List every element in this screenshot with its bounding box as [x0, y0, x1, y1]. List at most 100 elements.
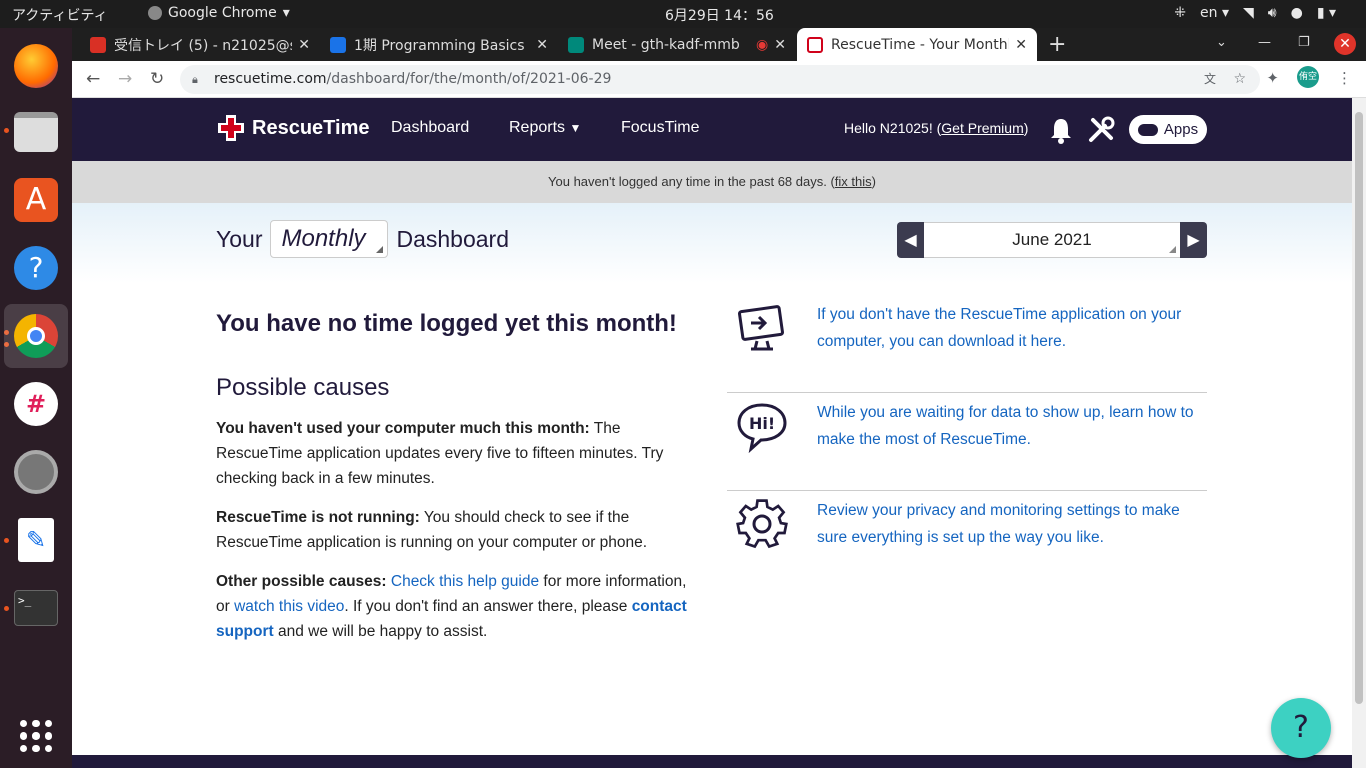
scrollbar-thumb[interactable] — [1355, 112, 1363, 704]
gear-icon — [736, 499, 788, 549]
address-bar[interactable]: 🔒︎ rescuetime.com/dashboard/for/the/mont… — [180, 65, 1260, 94]
page-scrollbar[interactable] — [1352, 98, 1366, 768]
bell-icon[interactable] — [1048, 116, 1074, 144]
month-picker[interactable]: June 2021 — [924, 222, 1180, 258]
tab-rescuetime[interactable]: RescueTime - Your Monthl ✕ — [797, 28, 1037, 61]
site-header: RescueTime Dashboard Reports ▼ FocusTime… — [72, 98, 1352, 161]
chrome-small-icon — [148, 6, 162, 20]
volume-icon[interactable]: 🔊︎ — [1268, 5, 1277, 21]
keyboard-layout[interactable]: en ▾ — [1200, 5, 1229, 21]
nav-dashboard[interactable]: Dashboard — [391, 119, 469, 137]
chrome-icon — [14, 314, 58, 358]
software-bag-icon: A — [14, 178, 58, 222]
tab-label: Meet - gth-kadf-mmb — [592, 36, 740, 53]
translate-icon[interactable]: 文 — [1204, 65, 1216, 94]
gmail-icon — [90, 36, 106, 53]
firefox-launcher[interactable] — [4, 34, 68, 98]
url-path: /dashboard/for/the/month/of/2021-06-29 — [326, 71, 612, 87]
help-guide-link[interactable]: Check this help guide — [391, 573, 539, 590]
period-select[interactable]: Monthly — [270, 220, 389, 258]
profile-avatar[interactable]: 侑空 — [1297, 66, 1319, 88]
classroom-icon — [330, 36, 346, 53]
chrome-launcher[interactable] — [4, 304, 68, 368]
files-launcher[interactable] — [4, 100, 68, 164]
learn-more-link[interactable]: While you are waiting for data to show u… — [817, 399, 1207, 453]
ubuntu-software-launcher[interactable]: A — [4, 168, 68, 232]
maximize-button[interactable]: ❐ — [1298, 35, 1310, 50]
settings-launcher[interactable] — [4, 440, 68, 504]
tools-icon[interactable] — [1087, 116, 1115, 144]
system-tray[interactable]: ⁜ en ▾ ◥ 🔊︎ ● ▮ ▾ — [1174, 5, 1336, 21]
show-applications-button[interactable] — [4, 704, 68, 768]
cause-paragraph: You haven't used your computer much this… — [216, 420, 664, 487]
get-premium-link[interactable]: Get Premium — [941, 120, 1023, 136]
inactivity-warning: You haven't logged any time in the past … — [72, 161, 1352, 203]
network-icon[interactable]: ⁜ — [1174, 5, 1186, 21]
caret-down-icon: ▾ — [282, 5, 290, 21]
list-item: Review your privacy and monitoring setti… — [727, 491, 1207, 589]
window-close-button[interactable]: ✕ — [1334, 33, 1356, 55]
download-computer-icon — [738, 305, 784, 351]
minimize-button[interactable]: — — [1258, 35, 1271, 50]
download-app-link[interactable]: If you don't have the RescueTime applica… — [817, 301, 1207, 355]
firefox-icon — [14, 44, 58, 88]
logo-text: RescueTime — [252, 116, 370, 139]
help-launcher[interactable]: ? — [4, 236, 68, 300]
app-menu[interactable]: Google Chrome ▾ — [148, 5, 290, 21]
tab-programming-basics[interactable]: 1期 Programming Basics ✕ — [320, 28, 558, 61]
nav-reports[interactable]: Reports ▼ — [509, 119, 581, 137]
app-grid-icon — [20, 720, 52, 752]
watch-video-link[interactable]: watch this video — [234, 598, 344, 615]
wifi-icon[interactable]: ◥ — [1243, 5, 1254, 21]
lock-icon[interactable]: 🔒︎ — [192, 65, 198, 94]
privacy-settings-link[interactable]: Review your privacy and monitoring setti… — [817, 497, 1207, 551]
text-editor-launcher[interactable]: ✎ — [4, 508, 68, 572]
cloud-download-icon — [1137, 123, 1158, 136]
battery-icon[interactable]: ▮ ▾ — [1317, 5, 1336, 21]
microphone-icon[interactable]: ● — [1291, 5, 1303, 21]
hi-speech-bubble-icon: Hi! — [737, 403, 787, 453]
extensions-icon[interactable]: ✦ — [1266, 69, 1279, 88]
clock[interactable]: 6月29日 14：56 — [665, 5, 774, 25]
rescuetime-favicon-icon — [807, 36, 823, 53]
no-time-heading: You have no time logged yet this month! — [216, 310, 677, 337]
footer — [72, 755, 1352, 768]
new-tab-button[interactable]: + — [1048, 32, 1066, 57]
nav-focustime[interactable]: FocusTime — [621, 119, 700, 137]
rescuetime-logo[interactable]: RescueTime — [216, 113, 369, 143]
terminal-icon: >_ — [14, 590, 58, 626]
tab-label: RescueTime - Your Monthl — [831, 36, 1010, 53]
help-links-panel: If you don't have the RescueTime applica… — [727, 295, 1207, 589]
next-month-button[interactable]: ▶ — [1180, 222, 1207, 258]
tab-search-icon[interactable]: ⌄ — [1216, 35, 1227, 50]
slack-launcher[interactable]: # — [4, 372, 68, 436]
svg-text:Hi!: Hi! — [749, 414, 775, 433]
recording-icon: ◉ — [756, 36, 769, 53]
forward-button[interactable]: → — [118, 69, 132, 89]
tab-gmail[interactable]: 受信トレイ (5) - n21025@s ✕ — [80, 28, 320, 61]
help-chat-button[interactable]: ? — [1271, 698, 1331, 758]
rescuetime-cross-icon — [218, 115, 244, 141]
settings-gear-icon — [14, 450, 58, 494]
terminal-launcher[interactable]: >_ — [4, 576, 68, 640]
bookmark-star-icon[interactable]: ☆ — [1233, 65, 1246, 94]
back-button[interactable]: ← — [86, 69, 100, 89]
tab-meet[interactable]: Meet - gth-kadf-mmb ◉ ✕ — [558, 28, 796, 61]
chrome-menu-icon[interactable]: ⋮ — [1337, 69, 1352, 88]
fix-this-link[interactable]: fix this — [835, 174, 872, 189]
close-icon[interactable]: ✕ — [536, 37, 548, 53]
tab-label: 受信トレイ (5) - n21025@s — [114, 37, 293, 54]
reload-button[interactable]: ↻ — [150, 69, 164, 89]
text-editor-icon: ✎ — [18, 518, 54, 562]
close-icon[interactable]: ✕ — [298, 37, 310, 53]
close-icon[interactable]: ✕ — [774, 37, 786, 53]
activities-button[interactable]: アクティビティ — [12, 5, 108, 25]
meet-icon — [568, 36, 584, 53]
close-icon[interactable]: ✕ — [1015, 37, 1027, 53]
browser-toolbar: ← → ↻ 🔒︎ rescuetime.com/dashboard/for/th… — [72, 61, 1366, 98]
previous-month-button[interactable]: ◀ — [897, 222, 924, 258]
apps-button[interactable]: Apps — [1129, 115, 1207, 144]
cause-paragraph: RescueTime is not running: You should ch… — [216, 509, 648, 551]
dashboard-title: Your Monthly Dashboard — [216, 220, 509, 258]
month-navigator: ◀ June 2021 ▶ — [897, 222, 1207, 258]
